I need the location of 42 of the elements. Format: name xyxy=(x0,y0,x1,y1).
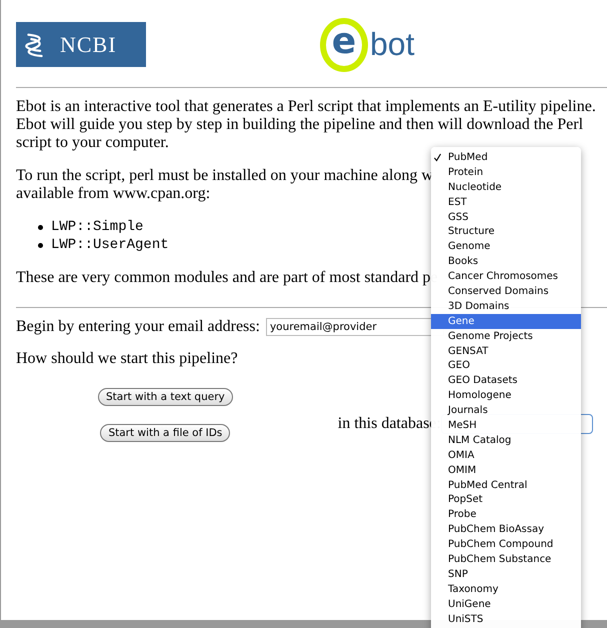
menu-item[interactable]: PubChem BioAssay xyxy=(431,522,581,538)
menu-item[interactable]: PopSet xyxy=(431,492,581,508)
menu-item[interactable]: Gene xyxy=(431,314,581,329)
module-name: LWP::UserAgent xyxy=(51,237,169,253)
menu-item[interactable]: NLM Catalog xyxy=(431,432,581,448)
module-name: LWP::Simple xyxy=(51,219,144,235)
ncbi-logo: NCBI xyxy=(16,22,146,67)
menu-item[interactable]: PubMed xyxy=(431,150,581,165)
intro-text: Ebot is an interactive tool that generates a Perl script that implements an E-utility pipeline. Ebot will guide you step by step in building the pipeline and then will download the Perl script to your computer. xyxy=(16,98,597,152)
menu-item[interactable]: GSS xyxy=(431,210,581,224)
menu-item[interactable]: Structure xyxy=(431,224,581,240)
menu-item[interactable]: PubMed Central xyxy=(431,478,581,492)
menu-item[interactable]: SNP xyxy=(431,566,581,582)
bullet-icon xyxy=(38,224,43,230)
menu-item[interactable]: OMIM xyxy=(431,462,581,478)
menu-item[interactable]: GEO Datasets xyxy=(431,373,581,388)
menu-item[interactable]: UniGene xyxy=(431,596,581,612)
menu-item[interactable]: Books xyxy=(431,254,581,270)
menu-item[interactable]: EST xyxy=(431,194,581,210)
menu-item[interactable]: Homologene xyxy=(431,388,581,404)
note-text: These are very common modules and are part of most standard pe xyxy=(16,269,438,286)
menu-item[interactable]: PubChem Compound xyxy=(431,537,581,552)
menu-item[interactable]: Conserved Domains xyxy=(431,284,581,299)
bullet-icon xyxy=(38,242,43,248)
menu-item[interactable]: GENSAT xyxy=(431,344,581,358)
email-label: Begin by entering your email address: xyxy=(16,318,260,336)
start-button[interactable]: Start with a text query xyxy=(98,388,233,406)
requirements-text: To run the script, perl must be installed on your machine along w xyxy=(16,167,434,185)
menu-item[interactable]: OMIA xyxy=(431,448,581,463)
menu-item[interactable]: Taxonomy xyxy=(431,582,581,597)
question-text: How should we start this pipeline? xyxy=(16,350,238,367)
menu-item[interactable]: UniSTS xyxy=(431,612,581,626)
requirements-text: available from www.cpan.org: xyxy=(16,185,210,203)
menu-item[interactable]: PubChem Substance xyxy=(431,552,581,567)
ebot-logo: e bot xyxy=(320,18,414,72)
menu-item[interactable]: Protein xyxy=(431,164,581,180)
start-button[interactable]: Start with a file of IDs xyxy=(100,424,230,442)
menu-item[interactable]: GEO xyxy=(431,358,581,374)
menu-item[interactable]: Genome xyxy=(431,239,581,254)
menu-item[interactable]: 3D Domains xyxy=(431,298,581,314)
menu-item[interactable]: Nucleotide xyxy=(431,180,581,195)
menu-item[interactable]: Probe xyxy=(431,507,581,522)
